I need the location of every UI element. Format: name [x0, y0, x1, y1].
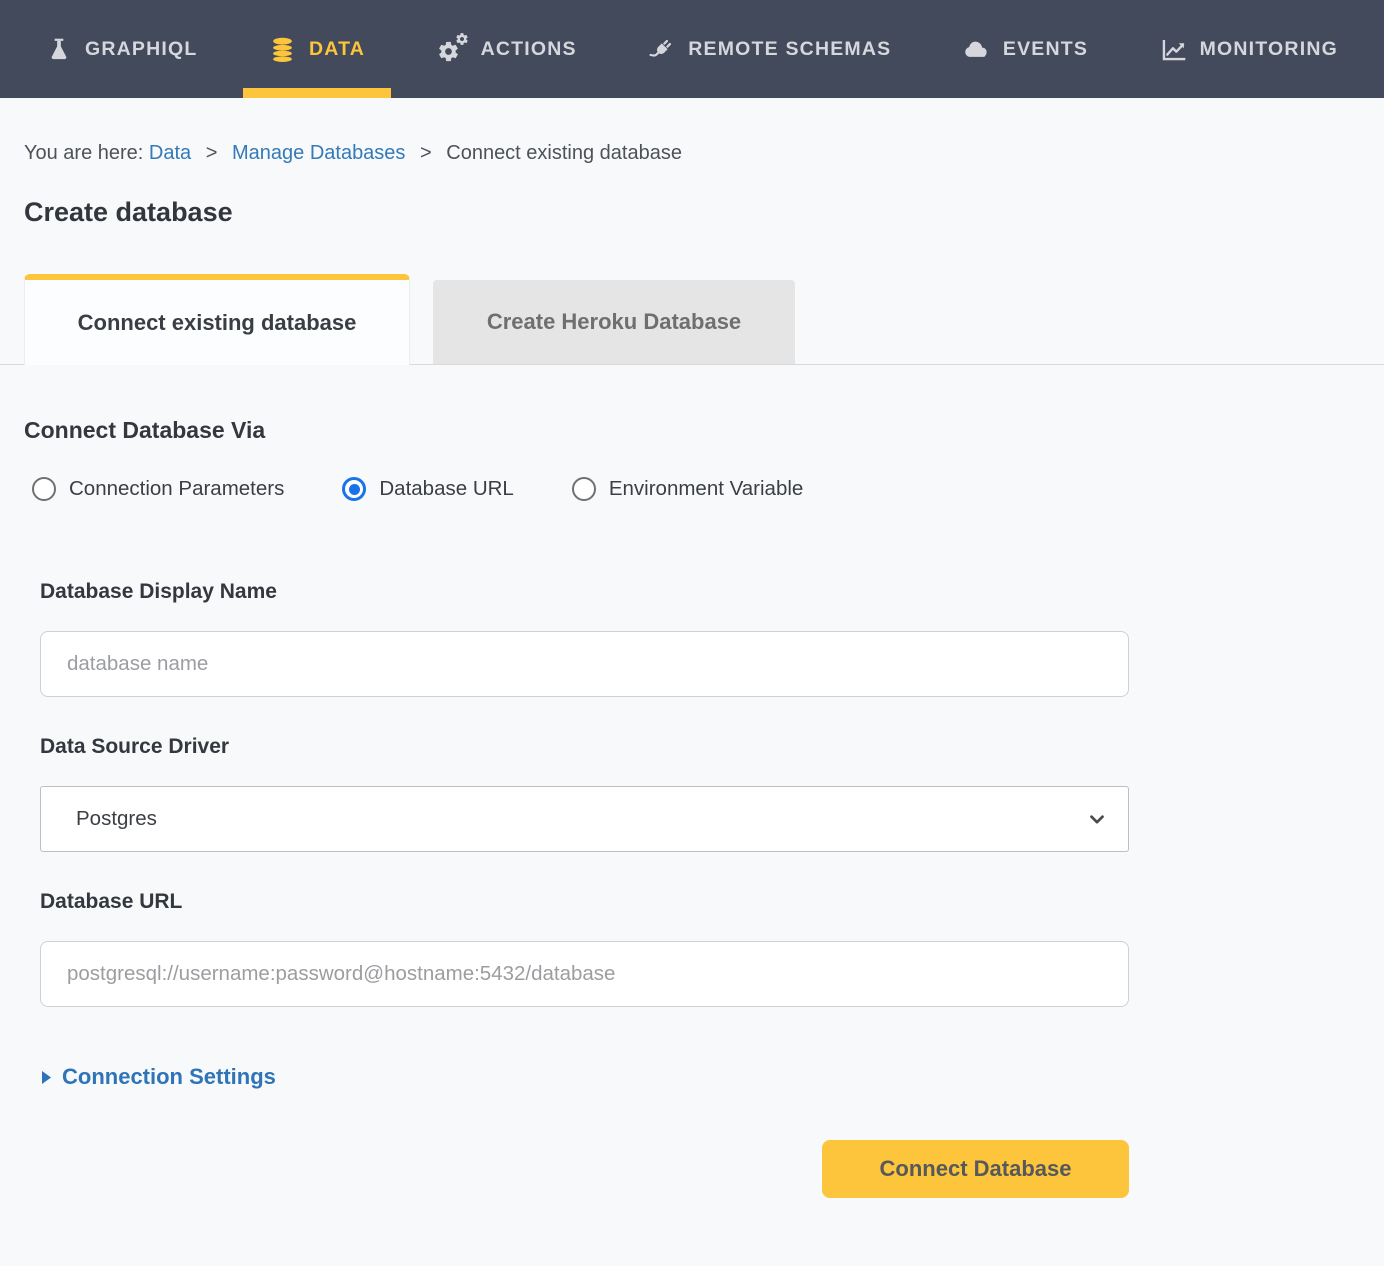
main-content: Connect Database Via Connection Paramete… — [0, 417, 1384, 1238]
display-name-group: Database Display Name — [40, 580, 1129, 697]
display-name-label: Database Display Name — [40, 580, 1129, 604]
display-name-input[interactable] — [40, 631, 1129, 697]
radio-label: Connection Parameters — [69, 477, 284, 501]
active-tab-underline — [243, 88, 391, 98]
nav-item-label: ACTIONS — [481, 38, 577, 61]
database-url-label: Database URL — [40, 890, 1129, 914]
button-row: Connect Database — [40, 1140, 1129, 1198]
connect-database-button[interactable]: Connect Database — [822, 1140, 1129, 1198]
tab-connect-existing-database[interactable]: Connect existing database — [24, 274, 410, 365]
connect-via-title: Connect Database Via — [24, 417, 1360, 444]
radio-unchecked-icon — [572, 477, 596, 501]
nav-item-label: DATA — [309, 38, 365, 61]
tab-create-heroku-database[interactable]: Create Heroku Database — [433, 280, 795, 364]
radio-environment-variable[interactable]: Environment Variable — [572, 477, 803, 501]
driver-label: Data Source Driver — [40, 735, 1129, 759]
plug-icon — [648, 36, 675, 63]
nav-item-label: GRAPHIQL — [85, 38, 198, 61]
radio-label: Environment Variable — [609, 477, 803, 501]
nav-item-monitoring[interactable]: MONITORING — [1134, 0, 1364, 98]
line-chart-icon — [1160, 36, 1187, 63]
connection-settings-label: Connection Settings — [62, 1064, 276, 1090]
breadcrumb-separator: > — [206, 142, 218, 164]
radio-unchecked-icon — [32, 477, 56, 501]
database-url-input[interactable] — [40, 941, 1129, 1007]
top-navbar: GRAPHIQL DATA ACTIONS — [0, 0, 1384, 98]
cloud-icon — [963, 36, 990, 63]
database-icon — [269, 36, 296, 63]
nav-item-remote-schemas[interactable]: REMOTE SCHEMAS — [622, 0, 917, 98]
radio-database-url[interactable]: Database URL — [342, 477, 513, 501]
nav-item-label: EVENTS — [1003, 38, 1088, 61]
triangle-right-icon — [40, 1069, 53, 1086]
connect-via-radio-group: Connection Parameters Database URL Envir… — [32, 477, 1360, 501]
breadcrumb-link-data[interactable]: Data — [149, 142, 191, 164]
breadcrumb-prefix: You are here: — [24, 142, 143, 164]
driver-group: Data Source Driver Postgres — [40, 735, 1129, 852]
breadcrumb-separator: > — [420, 142, 432, 164]
radio-connection-parameters[interactable]: Connection Parameters — [32, 477, 284, 501]
database-url-group: Database URL — [40, 890, 1129, 1007]
nav-item-label: MONITORING — [1200, 38, 1338, 61]
radio-label: Database URL — [379, 477, 513, 501]
nav-item-label: REMOTE SCHEMAS — [688, 38, 891, 61]
data-source-driver-select[interactable]: Postgres — [40, 786, 1129, 852]
breadcrumb: You are here: Data > Manage Databases > … — [24, 142, 1360, 165]
page-title: Create database — [24, 197, 1360, 228]
chevron-down-icon — [1086, 808, 1108, 830]
driver-selected-value: Postgres — [76, 807, 157, 831]
nav-item-actions[interactable]: ACTIONS — [411, 0, 603, 98]
tab-bar: Connect existing database Create Heroku … — [0, 274, 1384, 365]
flask-icon — [46, 36, 72, 62]
nav-item-data[interactable]: DATA — [243, 0, 391, 98]
cogs-icon — [437, 35, 468, 63]
breadcrumb-current: Connect existing database — [446, 142, 682, 164]
radio-checked-icon — [342, 477, 366, 501]
connection-settings-toggle[interactable]: Connection Settings — [40, 1064, 1360, 1090]
breadcrumb-link-manage-databases[interactable]: Manage Databases — [232, 142, 405, 164]
nav-item-events[interactable]: EVENTS — [937, 0, 1114, 98]
nav-item-graphiql[interactable]: GRAPHIQL — [20, 0, 224, 98]
